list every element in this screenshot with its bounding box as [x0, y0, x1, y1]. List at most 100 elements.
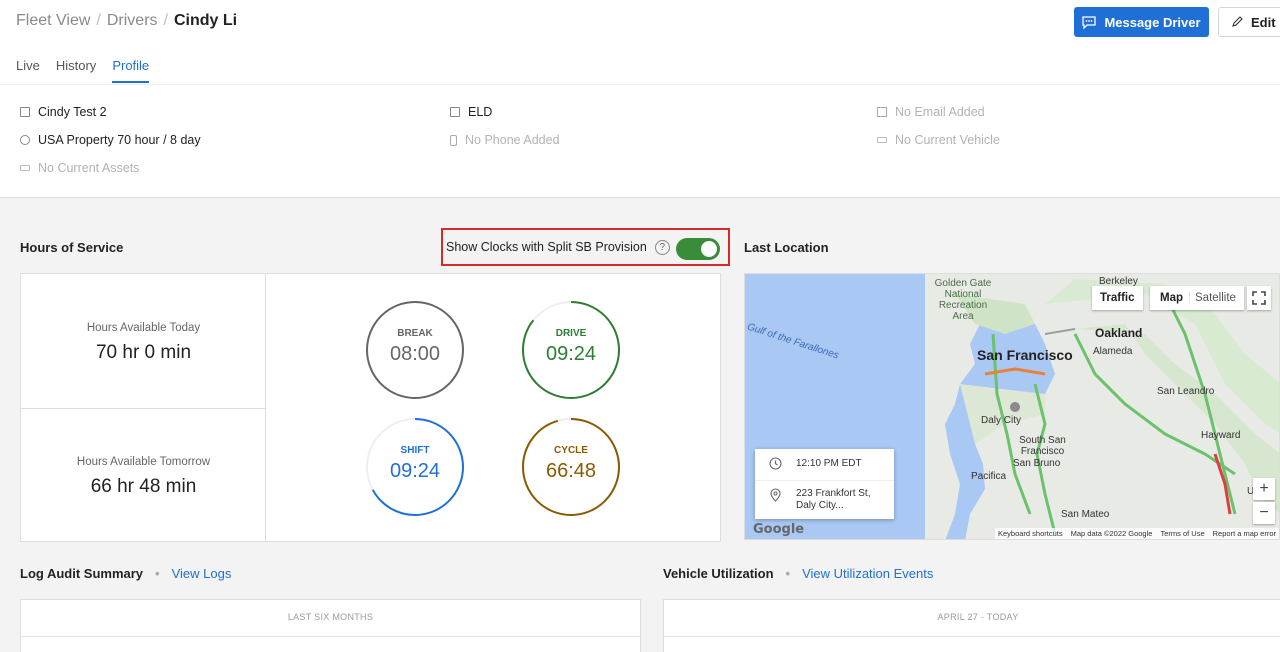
utilization-heading: Vehicle Utilization • View Utilization Eve…: [663, 566, 933, 581]
panel-divider: [21, 636, 640, 637]
driver-name: Cindy Test 2: [38, 105, 107, 119]
report-error-link[interactable]: Report a map error: [1213, 529, 1276, 538]
zoom-out-button[interactable]: −: [1253, 502, 1275, 524]
separator-dot: •: [155, 566, 160, 581]
trailer-icon: [20, 165, 30, 171]
map-place-pacifica: Pacifica: [971, 471, 1007, 482]
map-type-map[interactable]: Map: [1150, 292, 1190, 304]
popup-divider: [755, 480, 894, 481]
map-place-south-sf: South San Francisco: [1019, 435, 1066, 457]
cycle-clock: CYCLE 66:48: [521, 417, 621, 517]
hours-tomorrow-label: Hours Available Tomorrow: [76, 456, 211, 468]
split-sb-toggle-label: Show Clocks with Split SB Provision: [446, 240, 647, 254]
fullscreen-button[interactable]: [1247, 286, 1271, 310]
tab-profile[interactable]: Profile: [112, 58, 150, 83]
hos-available-panel: Hours Available Today 70 hr 0 min Hours …: [21, 274, 266, 541]
hours-tomorrow-value: 66 hr 48 min: [90, 476, 197, 497]
drive-clock-name: DRIVE: [555, 328, 587, 339]
map-place-hayward: Hayward: [1201, 430, 1241, 441]
tab-live[interactable]: Live: [16, 58, 40, 83]
break-clock-time: 08:00: [389, 343, 441, 365]
page-title: Cindy Li: [173, 12, 238, 29]
utilization-title: Vehicle Utilization: [663, 566, 774, 581]
hos-title: Hours of Service: [20, 240, 124, 255]
message-icon: [1082, 15, 1097, 29]
tab-history[interactable]: History: [56, 58, 96, 83]
map-attribution: Keyboard shortcuts Map data ©2022 Google…: [994, 528, 1279, 539]
hours-today-label: Hours Available Today: [86, 322, 201, 334]
breadcrumb-separator: /: [96, 12, 101, 29]
google-logo: Google: [753, 522, 805, 537]
separator-dot: •: [785, 566, 791, 581]
split-sb-toggle-row: Show Clocks with Split SB Provision ?: [441, 228, 730, 266]
help-icon[interactable]: ?: [654, 239, 670, 255]
utilization-panel: APRIL 27 - TODAY: [663, 599, 1280, 652]
drive-clock: DRIVE 09:24: [521, 300, 621, 400]
hours-today-value: 70 hr 0 min: [95, 342, 192, 363]
eld-field: ELD: [450, 105, 492, 119]
clock-icon: [769, 457, 782, 470]
popup-time: 12:10 PM EDT: [796, 458, 862, 469]
map-place-san-bruno: San Bruno: [1013, 458, 1061, 469]
hos-card: Hours Available Today 70 hr 0 min Hours …: [20, 273, 721, 542]
pin-icon: [770, 488, 781, 502]
location-popup: 12:10 PM EDT 223 Frankfort St, Daly City…: [755, 449, 894, 519]
breadcrumb-fleet-view[interactable]: Fleet View: [16, 12, 90, 29]
breadcrumb: Fleet View / Drivers / Cindy Li: [16, 12, 237, 30]
map-place-alameda: Alameda: [1093, 346, 1133, 357]
truck-icon: [877, 137, 887, 143]
split-sb-toggle[interactable]: [676, 238, 720, 260]
vehicle-value: No Current Vehicle: [895, 133, 1000, 147]
utilization-period: APRIL 27 - TODAY: [937, 612, 1019, 622]
message-driver-label: Message Driver: [1104, 14, 1201, 30]
assets-value: No Current Assets: [38, 161, 140, 175]
cycle-clock-name: CYCLE: [554, 445, 588, 456]
shift-clock: SHIFT 09:24: [365, 417, 465, 517]
popup-time-row: 12:10 PM EDT: [769, 457, 862, 470]
last-location-title: Last Location: [744, 240, 829, 255]
phone-icon: [450, 134, 457, 146]
ruleset-value: USA Property 70 hour / 8 day: [38, 133, 201, 147]
location-map[interactable]: Golden Gate National Recreation Area Ber…: [744, 273, 1280, 540]
view-logs-link[interactable]: View Logs: [172, 566, 232, 581]
phone-value: No Phone Added: [465, 133, 560, 147]
popup-address: 223 Frankfort St, Daly City...: [796, 488, 871, 511]
hours-today: Hours Available Today 70 hr 0 min: [21, 274, 266, 408]
breadcrumb-drivers[interactable]: Drivers: [107, 12, 158, 29]
map-data-credit: Map data ©2022 Google: [1070, 529, 1153, 538]
view-utilization-link[interactable]: View Utilization Events: [802, 566, 933, 581]
popup-address-row: 223 Frankfort St, Daly City...: [769, 488, 881, 512]
shift-clock-name: SHIFT: [400, 445, 430, 456]
break-clock: BREAK 08:00: [365, 300, 465, 400]
map-place-oakland: Oakland: [1095, 326, 1143, 340]
drive-clock-time: 09:24: [545, 343, 597, 365]
fullscreen-icon: [1252, 291, 1266, 305]
mail-icon: [877, 107, 887, 117]
pencil-icon: [1232, 16, 1243, 27]
map-type-control: Map Satellite: [1150, 286, 1244, 310]
panel-divider: [664, 636, 1280, 637]
log-audit-panel: LAST SIX MONTHS: [20, 599, 641, 652]
vehicle-field: No Current Vehicle: [877, 133, 1000, 147]
map-place-san-francisco: San Francisco: [977, 347, 1073, 363]
email-value: No Email Added: [895, 105, 985, 119]
map-type-satellite[interactable]: Satellite: [1190, 292, 1244, 304]
email-field: No Email Added: [877, 105, 985, 119]
zoom-in-button[interactable]: +: [1253, 478, 1275, 500]
edit-label: Edit: [1251, 14, 1276, 30]
map-place-san-leandro: San Leandro: [1157, 386, 1215, 397]
document-icon: [450, 107, 460, 117]
message-driver-button[interactable]: Message Driver: [1074, 7, 1209, 37]
ruleset-icon: [20, 135, 30, 145]
edit-button[interactable]: Edit: [1218, 7, 1280, 37]
driver-header: Fleet View / Drivers / Cindy Li Message Driv…: [0, 0, 1280, 198]
cycle-clock-time: 66:48: [545, 460, 597, 482]
assets-field: No Current Assets: [20, 161, 139, 175]
traffic-toggle[interactable]: Traffic: [1092, 286, 1143, 310]
toggle-knob: [701, 241, 717, 257]
terms-link[interactable]: Terms of Use: [1160, 529, 1204, 538]
map-place-san-mateo: San Mateo: [1061, 509, 1110, 520]
break-clock-name: BREAK: [397, 328, 433, 339]
eld-value: ELD: [468, 105, 493, 119]
keyboard-shortcuts-link[interactable]: Keyboard shortcuts: [998, 529, 1063, 538]
